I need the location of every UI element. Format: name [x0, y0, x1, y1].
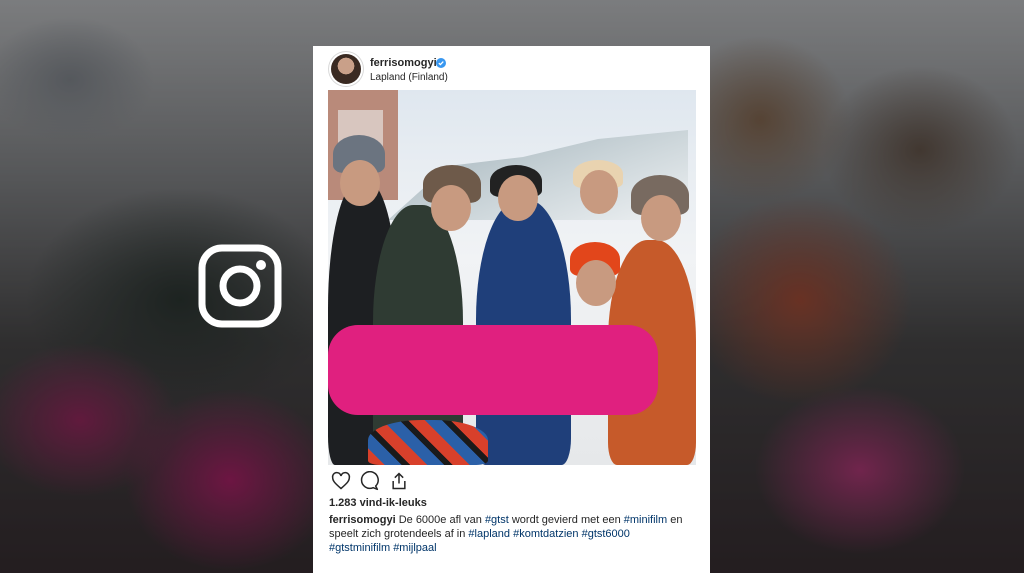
caption-text: wordt gevierd met een: [508, 514, 624, 526]
verified-badge-icon: [436, 58, 446, 68]
post-username[interactable]: ferrisomogyi: [370, 57, 437, 69]
hashtag-link[interactable]: #mijlpaal: [393, 542, 436, 554]
hashtag-link[interactable]: #minifilm: [624, 514, 667, 526]
comment-icon[interactable]: [359, 471, 379, 491]
instagram-post-card: ferrisomogyi Lapland (Finland) 1.283 vin…: [313, 46, 710, 573]
instagram-logo-icon: [198, 244, 282, 328]
post-photo[interactable]: [328, 90, 696, 465]
post-header: ferrisomogyi Lapland (Finland): [313, 46, 710, 90]
hashtag-link[interactable]: #gtstminifilm: [329, 542, 390, 554]
post-caption: ferrisomogyi De 6000e afl van #gtst word…: [329, 513, 694, 556]
hashtag-link[interactable]: #lapland: [468, 528, 510, 540]
photo-face: [340, 160, 380, 206]
like-count[interactable]: 1.283 vind-ik-leuks: [329, 497, 427, 509]
caption-username[interactable]: ferrisomogyi: [329, 514, 396, 526]
photo-face: [580, 170, 618, 214]
hashtag-link[interactable]: #komtdatzien: [513, 528, 578, 540]
photo-face: [498, 175, 538, 221]
post-location[interactable]: Lapland (Finland): [370, 72, 448, 83]
photo-face: [641, 195, 681, 241]
like-icon[interactable]: [331, 471, 351, 491]
avatar[interactable]: [331, 54, 361, 84]
photo-person-pink-suit: [328, 325, 658, 415]
photo-ski-pants: [368, 420, 488, 465]
hashtag-link[interactable]: #gtst: [485, 514, 509, 526]
share-icon[interactable]: [389, 471, 409, 491]
photo-face: [576, 260, 616, 306]
photo-face: [431, 185, 471, 231]
hashtag-link[interactable]: #gtst6000: [582, 528, 630, 540]
caption-text: De 6000e afl van: [395, 514, 485, 526]
